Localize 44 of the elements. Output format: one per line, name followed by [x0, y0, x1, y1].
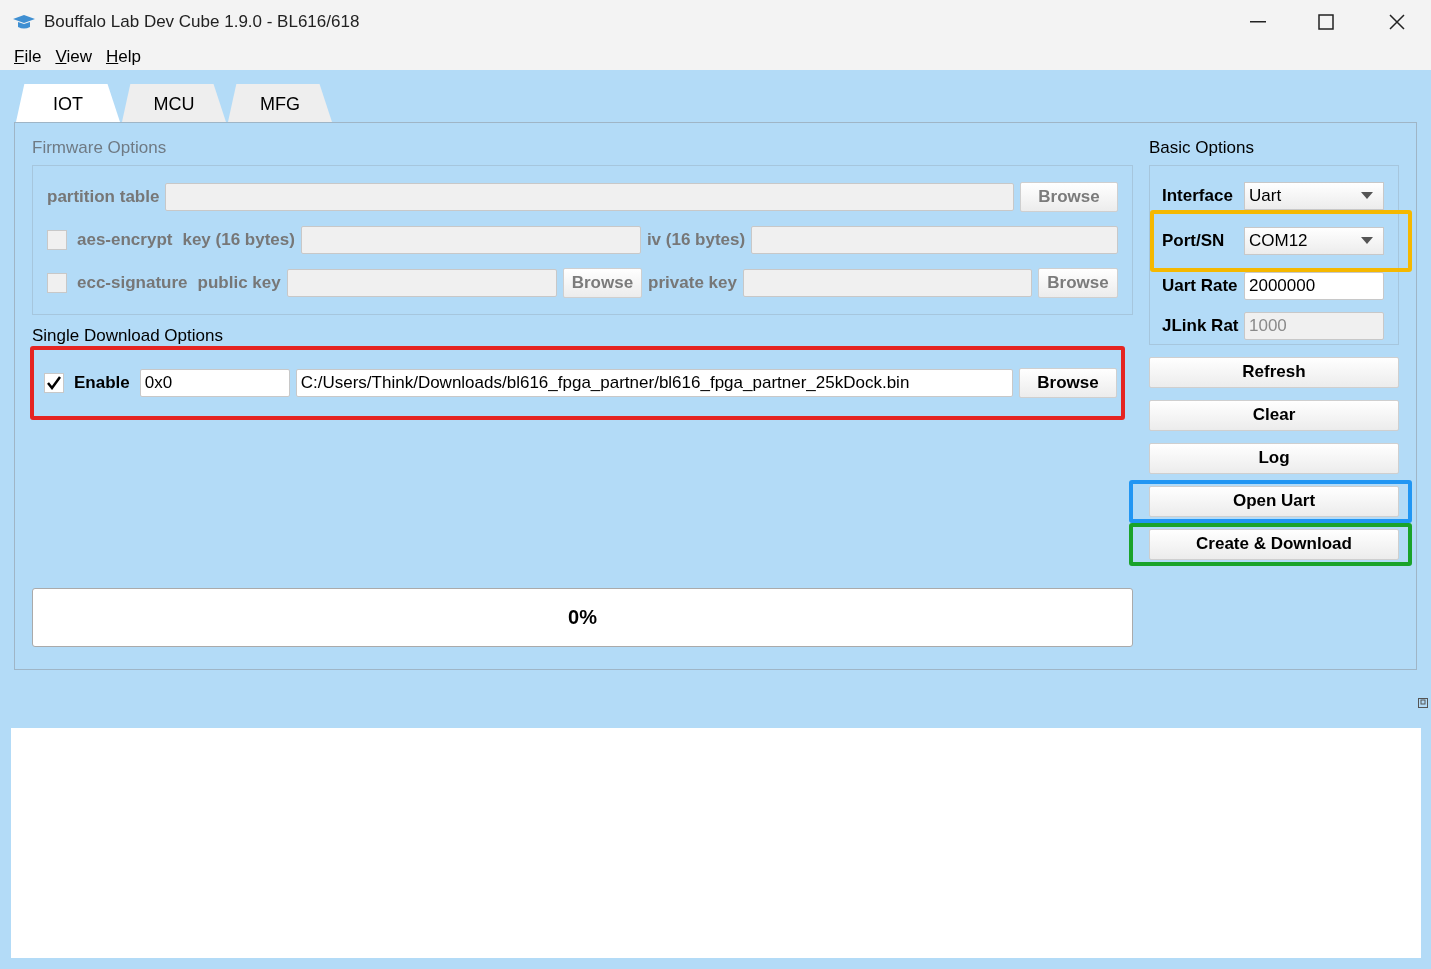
- checkmark-icon: [47, 375, 61, 390]
- maximize-icon[interactable]: [1318, 14, 1334, 30]
- minimize-icon[interactable]: [1250, 21, 1266, 23]
- text-field[interactable]: 0x0: [139, 368, 290, 397]
- action-button[interactable]: Clear: [1149, 399, 1399, 431]
- field-label: private key: [648, 271, 737, 294]
- browse-button[interactable]: Browse: [1019, 367, 1117, 398]
- tab[interactable]: MFG: [228, 84, 332, 122]
- tab[interactable]: IOT: [16, 84, 120, 122]
- dropdown[interactable]: Uart: [1244, 181, 1384, 210]
- text-field[interactable]: 2000000: [1244, 271, 1384, 300]
- field-label: iv (16 bytes): [646, 228, 746, 251]
- caret-icon: [1361, 192, 1373, 199]
- field-label: Port/SN: [1162, 229, 1226, 252]
- log-area[interactable]: [11, 728, 1421, 958]
- checkbox-label: ecc-signature: [77, 271, 188, 294]
- window-title: Bouffalo Lab Dev Cube 1.9.0 - BL616/618: [44, 11, 360, 34]
- menu-item[interactable]: File: [14, 44, 42, 70]
- app-logo-icon: [12, 14, 36, 30]
- tab[interactable]: MCU: [122, 84, 226, 122]
- menu-item[interactable]: Help: [105, 44, 141, 70]
- menu-item[interactable]: View: [55, 44, 92, 70]
- action-button[interactable]: Create & Download: [1149, 528, 1399, 560]
- field-label: Interface: [1162, 184, 1234, 207]
- group-title: Single Download Options: [32, 326, 224, 345]
- dropdown[interactable]: COM12: [1244, 226, 1384, 255]
- caret-icon: [1361, 237, 1373, 244]
- action-button[interactable]: Open Uart: [1149, 485, 1399, 517]
- field-label: key (16 bytes): [182, 228, 295, 251]
- checkbox-label: Enable: [74, 371, 130, 394]
- field-label: Uart Rate: [1162, 274, 1239, 297]
- group-title: Firmware Options: [32, 137, 168, 159]
- field-label: public key: [197, 271, 281, 294]
- restore-icon[interactable]: [1418, 698, 1428, 708]
- checkbox-label: aes-encrypt: [77, 228, 173, 251]
- close-icon[interactable]: [1389, 14, 1405, 30]
- checkbox[interactable]: [44, 372, 64, 393]
- field-label: JLink Rat: [1162, 314, 1240, 337]
- action-button[interactable]: Refresh: [1149, 356, 1399, 388]
- group-title: Basic Options: [1149, 137, 1255, 159]
- action-button[interactable]: Log: [1149, 442, 1399, 474]
- field-label: partition table: [47, 185, 160, 208]
- progress-label: 0%: [568, 605, 597, 630]
- text-field[interactable]: C:/Users/Think/Downloads/bl616_fpga_partner/bl616_fpga_partner_25kDock.bin: [295, 368, 1013, 397]
